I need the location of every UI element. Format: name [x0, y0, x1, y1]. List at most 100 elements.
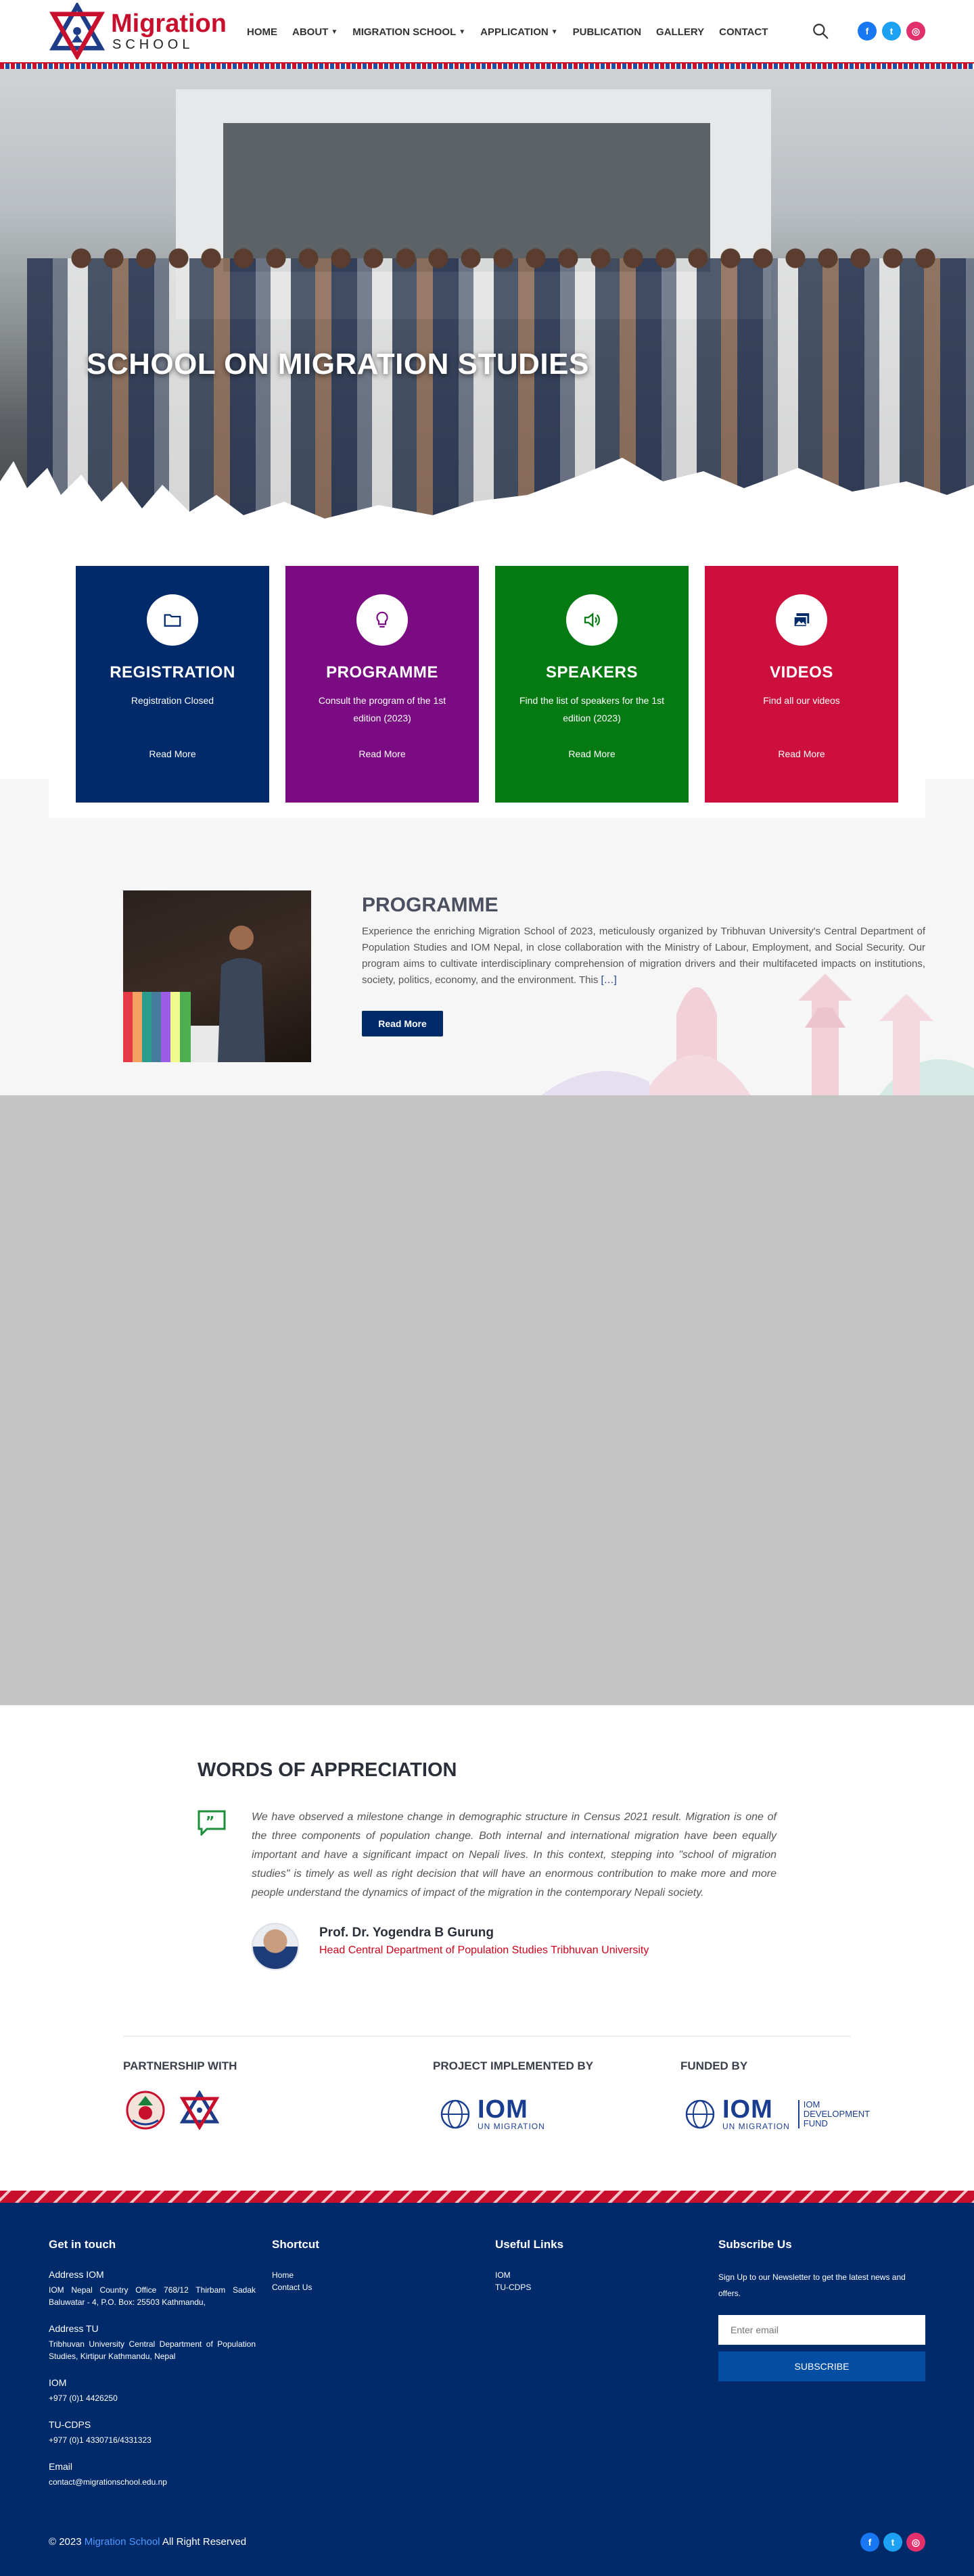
registration-card[interactable]: REGISTRATION Registration Closed Read Mo… — [76, 566, 269, 803]
footer-link-home[interactable]: Home — [272, 2269, 479, 2281]
card-read-more-link[interactable]: Read More — [495, 748, 689, 759]
nav-publication[interactable]: PUBLICATION — [573, 26, 641, 38]
appreciation-heading: WORDS OF APPRECIATION — [198, 1759, 457, 1781]
chevron-down-icon: ▼ — [331, 28, 338, 36]
instagram-icon[interactable]: ◎ — [906, 22, 925, 41]
footer-contact-item: TU-CDPS +977 (0)1 4330716/4331323 — [49, 2419, 256, 2446]
search-icon[interactable] — [812, 22, 829, 40]
footer-contact-column: Get in touch Address IOM IOM Nepal Count… — [49, 2238, 256, 2503]
header-divider-stripe — [0, 62, 974, 69]
card-icon-circle — [566, 594, 618, 646]
subscribe-button[interactable]: SUBSCRIBE — [718, 2352, 925, 2381]
footer-useful-links-column: Useful Links IOM TU-CDPS — [495, 2238, 702, 2293]
nav-migration-school[interactable]: MIGRATION SCHOOL ▼ — [352, 26, 465, 38]
twitter-icon[interactable]: t — [882, 22, 901, 41]
iom-wordmark: IOM UN MIGRATION — [478, 2097, 545, 2131]
footer-heading: Get in touch — [49, 2238, 116, 2251]
card-title: REGISTRATION — [110, 663, 235, 682]
partners-section: PARTNERSHIP WITH PROJECT IMPLEMENTED BY … — [0, 2036, 974, 2191]
contact-value: Tribhuvan University Central Department … — [49, 2339, 256, 2361]
footer-heading: Shortcut — [272, 2238, 319, 2251]
quote-author-name: Prof. Dr. Yogendra B Gurung — [319, 1926, 494, 1940]
twitter-icon[interactable]: t — [883, 2533, 902, 2552]
footer-heading: Subscribe Us — [718, 2238, 792, 2251]
un-globe-icon — [440, 2099, 470, 2129]
un-globe-icon — [685, 2099, 715, 2129]
facebook-icon[interactable]: f — [858, 22, 877, 41]
footer-link-contact[interactable]: Contact Us — [272, 2281, 479, 2293]
card-read-more-link[interactable]: Read More — [705, 748, 898, 759]
card-icon-circle — [356, 594, 408, 646]
copyright-text: © 2023 Migration School All Right Reserv… — [49, 2536, 246, 2548]
nav-home[interactable]: HOME — [247, 26, 277, 38]
fund-line: FUND — [803, 2118, 828, 2128]
programme-description: Experience the enriching Migration Schoo… — [362, 924, 925, 988]
nepal-emblem-icon[interactable] — [126, 2091, 165, 2130]
footer-link-tu-cdps[interactable]: TU-CDPS — [495, 2281, 702, 2293]
iom-logo[interactable]: IOM UN MIGRATION — [438, 2097, 545, 2131]
development-fund-text: IOM DEVELOPMENT FUND — [797, 2099, 870, 2128]
subscribe-text: Sign Up to our Newsletter to get the lat… — [718, 2272, 906, 2298]
contact-value: IOM Nepal Country Office 768/12 Thirbam … — [49, 2285, 256, 2307]
card-title: SPEAKERS — [545, 663, 639, 682]
contact-title: IOM — [49, 2377, 67, 2388]
programme-card[interactable]: PROGRAMME Consult the program of the 1st… — [285, 566, 479, 803]
contact-email-link[interactable]: contact@migrationschool.edu.np — [49, 2477, 167, 2487]
footer-divider-stripe — [0, 2191, 974, 2203]
footer-heading: Useful Links — [495, 2238, 564, 2251]
iom-text: IOM — [478, 2095, 528, 2124]
copyright-suffix: All Right Reserved — [162, 2536, 247, 2548]
header-actions: f t ◎ — [812, 22, 925, 41]
folder-icon — [164, 614, 181, 627]
iom-text: IOM — [722, 2095, 773, 2124]
site-header: Migration SCHOOL HOME ABOUT ▼ MIGRATION S… — [0, 0, 974, 62]
read-more-ellipsis[interactable]: […] — [601, 974, 617, 986]
feature-cards: REGISTRATION Registration Closed Read Mo… — [76, 566, 898, 803]
programme-read-more-button[interactable]: Read More — [362, 1011, 443, 1036]
copyright-year: © 2023 — [49, 2536, 82, 2548]
contact-value: +977 (0)1 4330716/4331323 — [49, 2435, 152, 2445]
facebook-icon[interactable]: f — [860, 2533, 879, 2552]
nav-publication-label: PUBLICATION — [572, 26, 642, 38]
speakers-card[interactable]: SPEAKERS Find the list of speakers for t… — [495, 566, 689, 803]
hero-banner: SCHOOL ON MIGRATION STUDIES — [0, 69, 974, 542]
programme-section: PROGRAMME Experience the enriching Migra… — [0, 840, 974, 1095]
logo-name-top: Migration — [111, 9, 227, 38]
iom-development-fund-logo[interactable]: IOM UN MIGRATION IOM DEVELOPMENT FUND — [683, 2097, 870, 2131]
main-nav: HOME ABOUT ▼ MIGRATION SCHOOL ▼ APPLICATIO… — [247, 26, 768, 38]
un-migration-text: UN MIGRATION — [478, 2122, 545, 2131]
nav-contact-label: CONTACT — [719, 26, 768, 38]
speaker-figure — [218, 926, 265, 1062]
nav-about[interactable]: ABOUT ▼ — [292, 26, 338, 38]
migration-school-logo-icon[interactable] — [180, 2091, 219, 2130]
contact-title: Address IOM — [49, 2269, 104, 2280]
nav-contact[interactable]: CONTACT — [719, 26, 768, 38]
newsletter-email-input[interactable] — [718, 2315, 925, 2345]
copyright-brand-link[interactable]: Migration School — [85, 2536, 160, 2548]
site-logo[interactable]: Migration SCHOOL — [49, 3, 227, 59]
nav-gallery[interactable]: GALLERY — [656, 26, 704, 38]
card-read-more-link[interactable]: Read More — [285, 748, 479, 759]
instagram-icon[interactable]: ◎ — [906, 2533, 925, 2552]
logo-text: Migration SCHOOL — [111, 10, 227, 52]
video-embed[interactable] — [0, 1095, 974, 1705]
hero-title: SCHOOL ON MIGRATION STUDIES — [87, 348, 589, 381]
chevron-down-icon: ▼ — [551, 28, 558, 36]
logo-star-icon — [49, 3, 106, 59]
fund-line: IOM — [803, 2099, 820, 2109]
nav-migration-school-label: MIGRATION SCHOOL — [352, 26, 457, 38]
card-read-more-link[interactable]: Read More — [76, 748, 269, 759]
footer-shortcut-column: Shortcut Home Contact Us — [272, 2238, 479, 2293]
card-icon-circle — [776, 594, 827, 646]
contact-title: Email — [49, 2461, 73, 2472]
partnership-label: PARTNERSHIP WITH — [123, 2059, 237, 2072]
appreciation-quote: We have observed a milestone change in d… — [252, 1811, 776, 1899]
footer-social-links: f t ◎ — [860, 2533, 925, 2552]
logo-name-bottom: SCHOOL — [112, 37, 194, 52]
un-migration-text: UN MIGRATION — [722, 2122, 790, 2131]
nav-application[interactable]: APPLICATION ▼ — [480, 26, 557, 38]
card-text: Find all our videos — [763, 695, 840, 706]
videos-card[interactable]: VIDEOS Find all our videos Read More — [705, 566, 898, 803]
footer-link-iom[interactable]: IOM — [495, 2269, 702, 2281]
chevron-down-icon: ▼ — [459, 28, 466, 36]
